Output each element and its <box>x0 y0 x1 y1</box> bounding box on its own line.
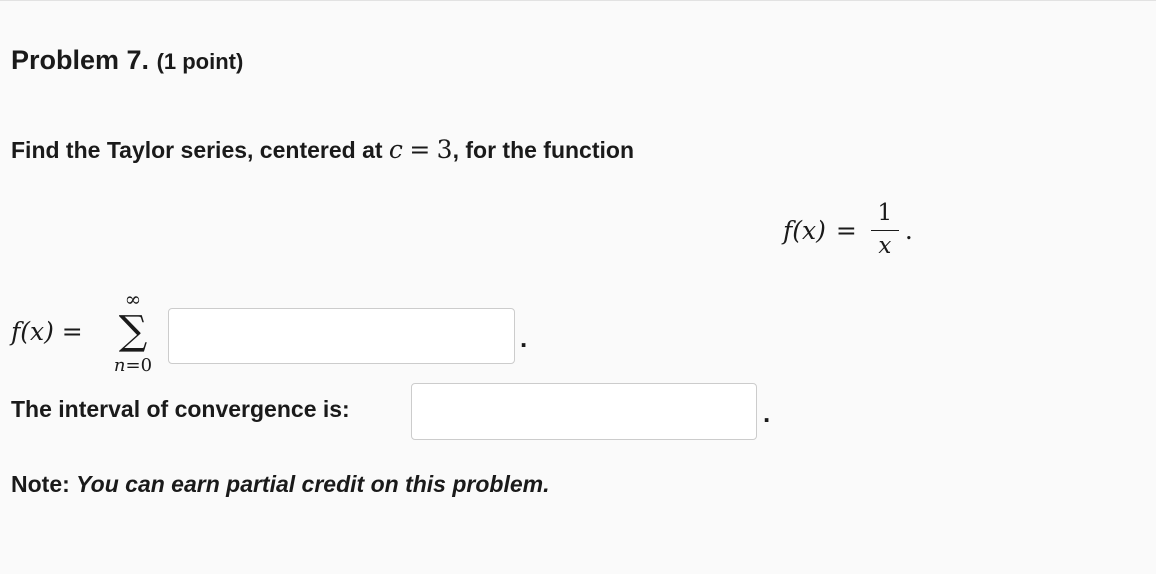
sum-index-equals: = <box>125 355 141 376</box>
note-label: Note: <box>11 471 70 497</box>
series-lhs-text: f(x) = <box>11 317 83 346</box>
fraction-bar <box>870 229 899 231</box>
note-text: You can earn partial credit on this prob… <box>76 471 550 497</box>
function-definition: f(x) = 1 x . <box>783 197 913 263</box>
fraction-numerator: 1 <box>877 200 893 227</box>
interval-label: The interval of convergence is: <box>11 396 350 422</box>
sum-index-start: 0 <box>140 355 153 376</box>
sigma-icon: ∑ <box>118 308 148 354</box>
function-lhs: f(x) <box>783 215 826 245</box>
interval-input[interactable] <box>411 383 757 440</box>
problem-prompt: Find the Taylor series, centered at c = … <box>11 135 634 164</box>
interval-period: . <box>763 398 771 428</box>
series-period: . <box>520 323 528 353</box>
sum-upper-limit: ∞ <box>124 287 142 311</box>
center-value: 3 <box>436 135 453 164</box>
center-variable: c <box>388 135 403 164</box>
problem-points: (1 point) <box>156 49 244 74</box>
prompt-text-after: , for the function <box>452 137 634 163</box>
series-term-input[interactable] <box>168 308 515 364</box>
sum-lower-limit: n=0 <box>108 355 158 377</box>
center-equals: = <box>409 135 431 164</box>
function-fraction: 1 x <box>870 200 899 259</box>
problem-heading: Problem 7. (1 point) <box>11 45 243 76</box>
function-equals: = <box>835 215 857 245</box>
fraction-denominator: x <box>878 232 892 259</box>
summation-symbol: ∞ ∑ n=0 <box>108 289 158 377</box>
partial-credit-note: Note: You can earn partial credit on thi… <box>11 471 549 498</box>
problem-page: Problem 7. (1 point) Find the Taylor ser… <box>0 0 1156 574</box>
series-lhs: f(x) = <box>11 317 83 346</box>
function-period: . <box>904 215 913 245</box>
prompt-text-before: Find the Taylor series, centered at <box>11 137 389 163</box>
problem-title: Problem 7. <box>11 45 150 75</box>
sum-index-var: n <box>113 355 126 376</box>
